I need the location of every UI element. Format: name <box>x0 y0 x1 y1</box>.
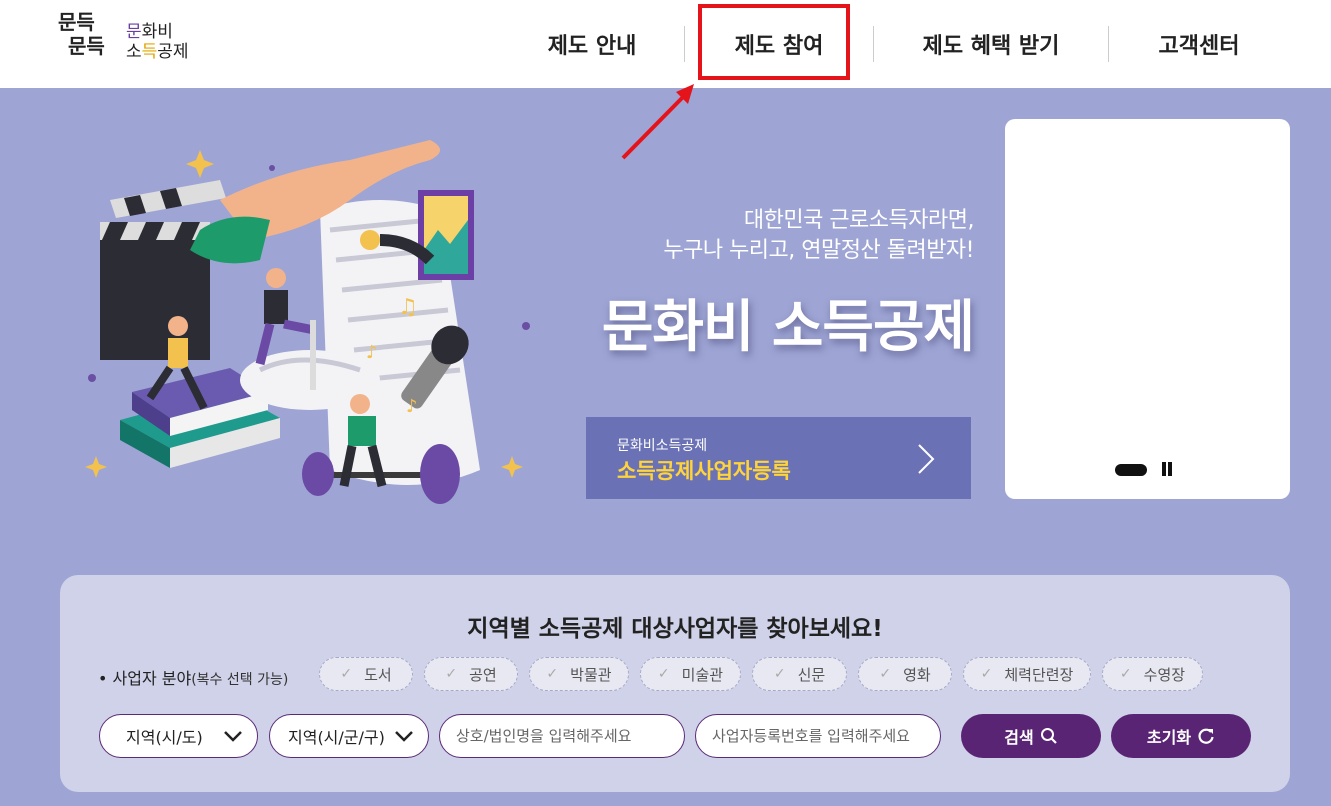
business-search-panel: 지역별 소득공제 대상사업자를 찾아보세요! • 사업자 분야(복수 선택 가능… <box>60 575 1290 792</box>
category-chip-movie[interactable]: ✓ 영화 <box>858 657 952 691</box>
nav-item-support[interactable]: 고객센터 <box>1109 28 1289 60</box>
search-icon <box>1040 728 1057 744</box>
hero-illustration: ♫ ♪ ♪ <box>85 140 530 504</box>
check-icon: ✓ <box>1119 666 1132 682</box>
search-button[interactable]: 검색 <box>961 714 1101 758</box>
category-chip-museum[interactable]: ✓ 박물관 <box>529 657 629 691</box>
check-icon: ✓ <box>980 666 993 682</box>
registration-label: 소득공제사업자등록 <box>617 459 791 483</box>
reset-button-label: 초기화 <box>1146 728 1192 747</box>
nav-item-guide[interactable]: 제도 안내 <box>500 28 684 60</box>
hero-subtitle: 대한민국 근로소득자라면, 누구나 누리고, 연말정산 돌려받자! <box>663 208 974 263</box>
hero-copy: 대한민국 근로소득자라면, 누구나 누리고, 연말정산 돌려받자! 문화비 소득… <box>560 206 975 363</box>
chevron-right-icon <box>918 444 935 474</box>
region-select[interactable]: 지역(시/도) <box>99 714 258 758</box>
hero-title: 문화비 소득공제 <box>601 295 975 360</box>
refresh-icon <box>1198 728 1214 744</box>
district-select[interactable]: 지역(시/군/구) <box>269 714 429 758</box>
business-name-input[interactable] <box>439 714 685 758</box>
chevron-down-icon <box>224 731 242 742</box>
check-icon: ✓ <box>340 666 353 682</box>
district-select-value: 지역(시/군/구) <box>288 728 385 747</box>
reset-button[interactable]: 초기화 <box>1111 714 1251 758</box>
category-chip-newspaper[interactable]: ✓ 신문 <box>752 657 847 691</box>
category-chip-fitness[interactable]: ✓ 체력단련장 <box>963 657 1091 691</box>
main-nav: 제도 안내 제도 참여 제도 혜택 받기 고객센터 <box>500 0 1289 88</box>
site-header: 문득 문득 문화비 소득공제 제도 안내 제도 참여 제도 혜택 받기 고객센터 <box>0 0 1331 88</box>
check-icon: ✓ <box>879 666 892 682</box>
logo-mark: 문득 문득 <box>58 10 105 58</box>
business-registration-button[interactable]: 문화비소득공제 소득공제사업자등록 <box>586 417 971 499</box>
check-icon: ✓ <box>657 666 670 682</box>
svg-text:♪: ♪ <box>366 342 378 363</box>
svg-text:♪: ♪ <box>406 396 418 417</box>
region-select-value: 지역(시/도) <box>126 728 203 747</box>
slide-indicator[interactable] <box>1115 464 1147 476</box>
category-chip-books[interactable]: ✓ 도서 <box>319 657 413 691</box>
check-icon: ✓ <box>546 666 559 682</box>
search-button-label: 검색 <box>1004 728 1034 747</box>
check-icon: ✓ <box>773 666 786 682</box>
banner-card <box>1005 119 1290 499</box>
category-chip-performance[interactable]: ✓ 공연 <box>424 657 518 691</box>
svg-text:♫: ♫ <box>398 295 418 320</box>
nav-item-benefits[interactable]: 제도 혜택 받기 <box>874 28 1108 60</box>
category-chip-swimming-pool[interactable]: ✓ 수영장 <box>1102 657 1203 691</box>
category-chip-art-gallery[interactable]: ✓ 미술관 <box>640 657 741 691</box>
check-icon: ✓ <box>445 666 458 682</box>
chevron-down-icon <box>395 731 413 742</box>
pause-icon[interactable] <box>1160 462 1174 478</box>
business-number-input[interactable] <box>695 714 941 758</box>
site-logo[interactable]: 문득 문득 문화비 소득공제 <box>58 10 208 70</box>
registration-caption: 문화비소득공제 <box>617 438 708 454</box>
nav-item-participate[interactable]: 제도 참여 <box>685 28 873 60</box>
search-title: 지역별 소득공제 대상사업자를 찾아보세요! <box>467 616 883 642</box>
category-label: • 사업자 분야(복수 선택 가능) <box>98 669 289 688</box>
logo-text: 문화비 소득공제 <box>126 22 189 62</box>
